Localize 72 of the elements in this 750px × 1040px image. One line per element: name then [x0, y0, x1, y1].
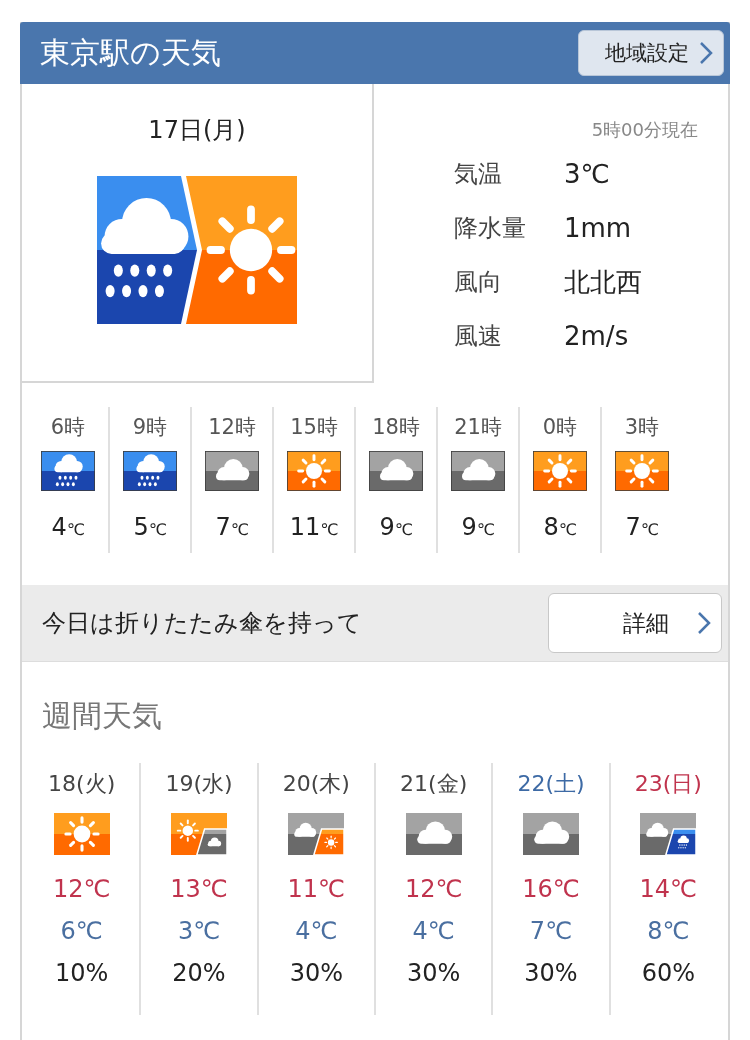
hour-label: 12時	[208, 414, 256, 441]
temperature: 9℃	[461, 513, 495, 541]
hour-label: 15時	[290, 414, 338, 441]
weather-icon	[53, 813, 110, 855]
weather-icon	[288, 813, 345, 855]
region-settings-button[interactable]: 地域設定	[578, 30, 724, 76]
rain-chance: 30%	[524, 959, 578, 987]
temperature: 11℃	[289, 513, 339, 541]
low-temperature: 4℃	[412, 917, 455, 945]
rain-chance: 20%	[172, 959, 226, 987]
chevron-icon	[699, 41, 713, 65]
hour-label: 3時	[624, 414, 660, 441]
day-label: 20(木)	[282, 770, 350, 798]
advice-text: 今日は折りたたみ傘を持って	[42, 608, 362, 639]
weather-icon	[287, 451, 341, 491]
stat-value: 2m/s	[564, 320, 630, 352]
hour-label: 9時	[132, 414, 168, 441]
day-label: 19(水)	[165, 770, 233, 798]
stat-label: 風速	[454, 321, 503, 352]
temperature: 7℃	[215, 513, 249, 541]
weather-icon	[451, 451, 505, 491]
rain-chance: 60%	[641, 959, 695, 987]
rain-chance: 30%	[406, 959, 461, 987]
weather-icon	[522, 813, 579, 855]
section-title: 週間天気	[42, 697, 163, 735]
weather-icon	[640, 813, 697, 855]
page-title: 東京駅の天気	[40, 33, 221, 72]
low-temperature: 3℃	[177, 917, 221, 945]
stat-label: 風向	[454, 267, 503, 298]
rain-chance: 10%	[55, 959, 109, 987]
low-temperature: 8℃	[647, 917, 690, 945]
hour-label: 18時	[372, 414, 420, 441]
hour-label: 21時	[454, 414, 502, 441]
high-temperature: 12℃	[404, 875, 463, 903]
high-temperature: 12℃	[52, 875, 111, 903]
weather-icon	[369, 451, 423, 491]
hour-label: 6時	[50, 414, 86, 441]
low-temperature: 4℃	[295, 917, 338, 945]
high-temperature: 11℃	[287, 875, 346, 903]
date-label: 17日(月)	[148, 115, 246, 146]
details-button[interactable]: 詳細	[548, 593, 722, 653]
weather-icon	[97, 176, 297, 324]
stat-value: 1mm	[564, 212, 633, 244]
stat-value: 3℃	[564, 158, 611, 190]
temperature: 9℃	[379, 513, 413, 541]
observation-time: 5時00分現在	[591, 118, 698, 142]
weather-icon	[205, 451, 259, 491]
stat-label: 降水量	[454, 213, 527, 244]
high-temperature: 13℃	[170, 875, 228, 903]
hour-label: 0時	[542, 414, 578, 441]
temperature: 8℃	[543, 513, 577, 541]
high-temperature: 16℃	[522, 875, 580, 903]
weather-icon	[41, 451, 95, 491]
temperature: 7℃	[625, 513, 659, 541]
chevron-icon	[697, 611, 711, 635]
day-label: 18(火)	[48, 770, 116, 798]
temperature: 5℃	[133, 513, 167, 541]
low-temperature: 6℃	[60, 917, 103, 945]
weather-icon	[405, 813, 462, 855]
rain-chance: 30%	[289, 959, 343, 987]
low-temperature: 7℃	[529, 917, 573, 945]
weather-icon	[123, 451, 177, 491]
day-label: 23(日)	[634, 770, 702, 798]
weather-icon	[615, 451, 669, 491]
weather-icon	[533, 451, 587, 491]
stat-label: 気温	[454, 159, 503, 190]
stat-value: 北北西	[564, 266, 643, 298]
day-label: 21(金)	[400, 770, 468, 798]
temperature: 4℃	[51, 513, 85, 541]
weather-icon	[171, 813, 227, 855]
high-temperature: 14℃	[639, 875, 698, 903]
day-label: 22(土)	[517, 770, 585, 798]
